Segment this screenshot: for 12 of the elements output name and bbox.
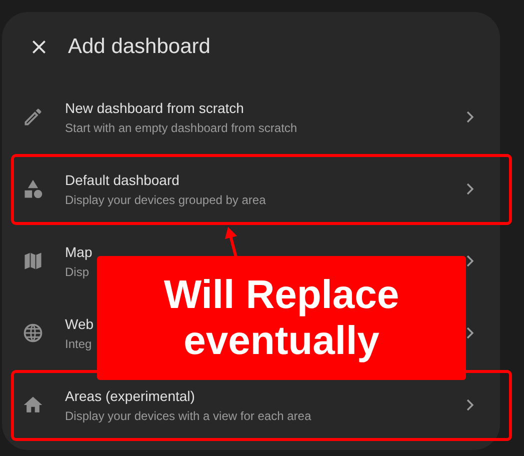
item-title: Areas (experimental): [65, 388, 196, 404]
item-subtitle: Disp: [65, 264, 90, 278]
item-subtitle: Integ: [65, 336, 93, 350]
item-title: Default dashboard: [65, 172, 180, 188]
dialog-title: Add dashboard: [68, 34, 210, 58]
item-title: Map: [65, 244, 94, 260]
item-title: Web: [65, 316, 95, 332]
item-title: New dashboard from scratch: [65, 100, 245, 116]
annotation-callout-tooltip: Will Replace eventually: [97, 256, 466, 380]
item-subtitle: Display your devices with a view for each area: [65, 408, 312, 422]
item-subtitle: Display your devices grouped by area: [65, 192, 267, 206]
item-subtitle: Start with an empty dashboard from scratch: [65, 120, 298, 134]
